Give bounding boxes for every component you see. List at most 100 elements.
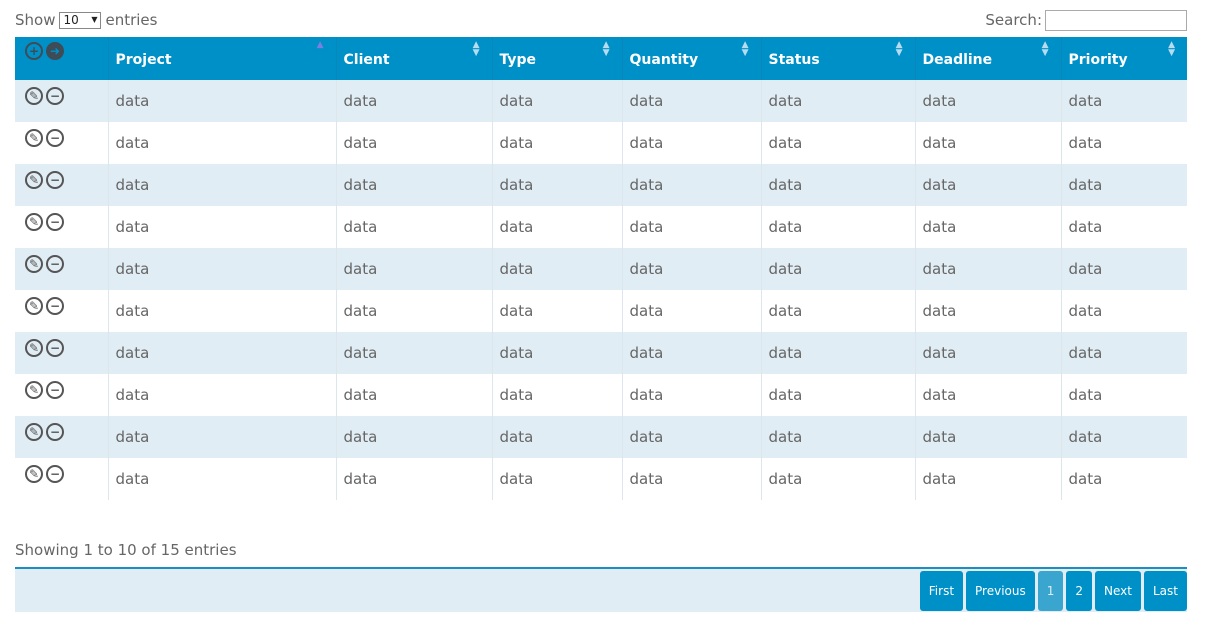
cell-project: data — [107, 248, 336, 290]
column-header-priority[interactable]: Priority ▲ ▼ — [1060, 37, 1187, 80]
remove-circle-icon[interactable]: − — [46, 339, 64, 357]
column-header-client[interactable]: Client ▲ ▼ — [335, 37, 492, 80]
table-row: ✎ − data data data data data data data — [15, 122, 1187, 164]
page-button-first[interactable]: First — [919, 571, 964, 611]
remove-circle-icon[interactable]: − — [46, 87, 64, 105]
table-row: ✎ − data data data data data data data — [15, 164, 1187, 206]
cell-priority: data — [1060, 290, 1187, 332]
edit-circle-icon[interactable]: ✎ — [25, 339, 43, 357]
cell-deadline: data — [914, 80, 1061, 122]
remove-circle-icon[interactable]: − — [46, 171, 64, 189]
cell-priority: data — [1060, 164, 1187, 206]
cell-deadline: data — [914, 290, 1061, 332]
edit-circle-icon[interactable]: ✎ — [25, 381, 43, 399]
table-row: ✎ − data data data data data data data — [15, 332, 1187, 374]
table-row: ✎ − data data data data data data data — [15, 80, 1187, 122]
edit-circle-icon[interactable]: ✎ — [25, 465, 43, 483]
cell-priority: data — [1060, 206, 1187, 248]
cell-status: data — [760, 80, 915, 122]
entries-select[interactable]: 10 ▼ — [59, 11, 102, 29]
column-header-label: Quantity — [629, 52, 699, 68]
remove-circle-icon[interactable]: − — [46, 129, 64, 147]
edit-circle-icon[interactable]: ✎ — [25, 255, 43, 273]
entries-select-value: 10 — [63, 13, 79, 27]
remove-circle-icon[interactable]: − — [46, 465, 64, 483]
sort-both-icon: ▲ ▼ — [602, 40, 610, 58]
cell-type: data — [491, 164, 622, 206]
cell-deadline: data — [914, 458, 1061, 500]
length-control: Show 10 ▼ entries — [15, 9, 157, 31]
edit-circle-icon[interactable]: ✎ — [25, 213, 43, 231]
cell-status: data — [760, 206, 915, 248]
cell-status: data — [760, 248, 915, 290]
cell-status: data — [760, 122, 915, 164]
cell-client: data — [335, 206, 492, 248]
cell-status: data — [760, 164, 915, 206]
column-header-label: Status — [768, 52, 820, 68]
table-info: Showing 1 to 10 of 15 entries — [15, 541, 237, 559]
header-actions: + ➜ — [15, 37, 108, 80]
row-actions: ✎ − — [15, 416, 108, 458]
edit-circle-icon[interactable]: ✎ — [25, 87, 43, 105]
cell-priority: data — [1060, 458, 1187, 500]
cell-type: data — [491, 80, 622, 122]
add-circle-icon[interactable]: + — [25, 42, 43, 60]
sort-both-icon: ▲ ▼ — [472, 40, 480, 58]
column-header-deadline[interactable]: Deadline ▲ ▼ — [914, 37, 1061, 80]
cell-status: data — [760, 458, 915, 500]
cell-quantity: data — [621, 332, 761, 374]
column-header-project[interactable]: Project ▲ — [107, 37, 336, 80]
edit-circle-icon[interactable]: ✎ — [25, 297, 43, 315]
table-row: ✎ − data data data data data data data — [15, 374, 1187, 416]
row-actions: ✎ − — [15, 458, 108, 500]
cell-client: data — [335, 332, 492, 374]
cell-type: data — [491, 122, 622, 164]
row-actions: ✎ − — [15, 122, 108, 164]
cell-quantity: data — [621, 206, 761, 248]
table-row: ✎ − data data data data data data data — [15, 206, 1187, 248]
remove-circle-icon[interactable]: − — [46, 297, 64, 315]
remove-circle-icon[interactable]: − — [46, 255, 64, 273]
cell-deadline: data — [914, 416, 1061, 458]
pagination: First Previous 1 2 Next Last — [919, 571, 1187, 611]
cell-client: data — [335, 248, 492, 290]
sort-both-icon: ▲ ▼ — [1041, 40, 1049, 58]
cell-priority: data — [1060, 122, 1187, 164]
search-input[interactable] — [1045, 9, 1187, 31]
table-row: ✎ − data data data data data data data — [15, 416, 1187, 458]
cell-priority: data — [1060, 248, 1187, 290]
column-header-type[interactable]: Type ▲ ▼ — [491, 37, 622, 80]
row-actions: ✎ − — [15, 80, 108, 122]
edit-circle-icon[interactable]: ✎ — [25, 171, 43, 189]
page-button-last[interactable]: Last — [1144, 571, 1187, 611]
entries-label: entries — [105, 11, 158, 29]
cell-project: data — [107, 206, 336, 248]
search-label: Search: — [985, 11, 1042, 29]
page-button-previous[interactable]: Previous — [966, 571, 1035, 611]
cell-quantity: data — [621, 290, 761, 332]
edit-circle-icon[interactable]: ✎ — [25, 129, 43, 147]
cell-priority: data — [1060, 80, 1187, 122]
column-header-quantity[interactable]: Quantity ▲ ▼ — [621, 37, 761, 80]
cell-quantity: data — [621, 416, 761, 458]
edit-circle-icon[interactable]: ✎ — [25, 423, 43, 441]
page-button-next[interactable]: Next — [1095, 571, 1141, 611]
cell-status: data — [760, 374, 915, 416]
table-footer: First Previous 1 2 Next Last — [15, 567, 1187, 612]
cell-status: data — [760, 416, 915, 458]
search-control: Search: — [985, 9, 1187, 31]
cell-deadline: data — [914, 164, 1061, 206]
column-header-label: Project — [115, 52, 172, 68]
cell-status: data — [760, 290, 915, 332]
cell-client: data — [335, 122, 492, 164]
page-button-1[interactable]: 1 — [1037, 571, 1064, 611]
column-header-status[interactable]: Status ▲ ▼ — [760, 37, 915, 80]
cell-project: data — [107, 458, 336, 500]
remove-circle-icon[interactable]: − — [46, 381, 64, 399]
cell-quantity: data — [621, 122, 761, 164]
remove-circle-icon[interactable]: − — [46, 423, 64, 441]
cell-deadline: data — [914, 206, 1061, 248]
remove-circle-icon[interactable]: − — [46, 213, 64, 231]
page-button-2[interactable]: 2 — [1066, 571, 1093, 611]
arrow-circle-icon[interactable]: ➜ — [46, 42, 64, 60]
